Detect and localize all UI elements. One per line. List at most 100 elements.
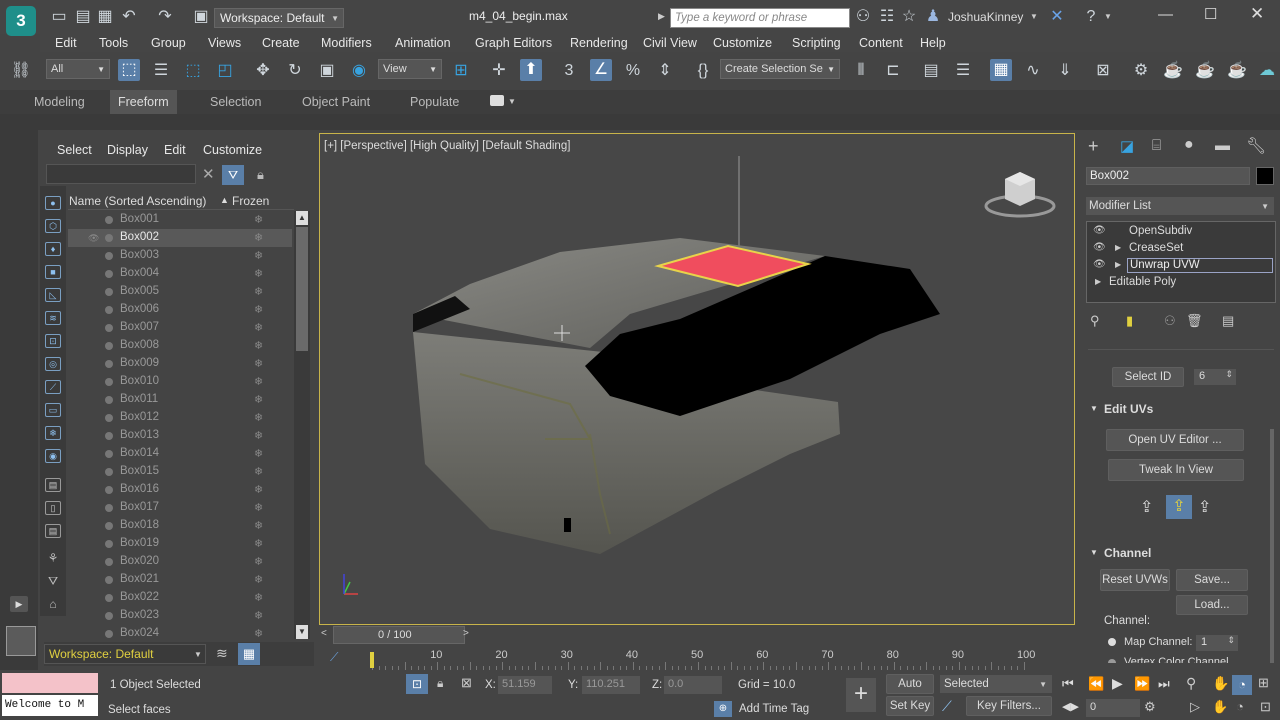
visibility-eye-icon[interactable] [88, 539, 98, 549]
y-coordinate-field[interactable]: 110.251 [582, 676, 640, 694]
channel-rollout-header[interactable]: ▼ Channel [1086, 545, 1258, 563]
explorer-row[interactable]: Box011 ❄ [68, 391, 292, 409]
selection-lock-icon[interactable]: 🔒︎ [437, 676, 443, 691]
frozen-snowflake-icon[interactable]: ❄ [254, 303, 263, 316]
key-mode-dropdown[interactable]: Selected ▼ [940, 675, 1052, 693]
eye-icon[interactable]: 👁︎ [1093, 259, 1106, 270]
frozen-snowflake-icon[interactable]: ❄ [254, 483, 263, 496]
menu-modifiers[interactable]: Modifiers [321, 36, 372, 50]
scroll-thumb[interactable] [296, 227, 308, 351]
scene-explorer-toggle-icon[interactable]: ▤ [920, 60, 942, 82]
visibility-eye-icon[interactable] [88, 503, 98, 513]
set-key-button[interactable]: Set Key [886, 696, 934, 716]
visibility-eye-icon[interactable] [88, 557, 98, 567]
expand-arrow-icon[interactable]: ▶ [1095, 277, 1101, 286]
explorer-row[interactable]: Box006 ❄ [68, 301, 292, 319]
display-tab-icon[interactable]: ▬ [1215, 137, 1230, 154]
render-iterative-icon[interactable]: ☕ [1226, 60, 1248, 82]
rendered-frame-window-icon[interactable]: ☕ [1162, 60, 1184, 82]
frozen-snowflake-icon[interactable]: ❄ [254, 609, 263, 622]
display-bones-icon[interactable]: ⟋ [45, 380, 61, 394]
frozen-snowflake-icon[interactable]: ❄ [254, 465, 263, 478]
isolate-selection-icon[interactable]: ⊡ [406, 674, 428, 694]
next-frame-icon[interactable]: ⏩ [1134, 676, 1150, 692]
user-chevron-icon[interactable]: ▼ [1030, 12, 1038, 21]
make-unique-icon[interactable]: ⚇ [1164, 313, 1176, 329]
lock-icon[interactable]: 🔒︎ [257, 167, 264, 183]
visibility-eye-icon[interactable] [88, 377, 98, 387]
workspace-dropdown[interactable]: Workspace: Default ▼ [214, 8, 344, 28]
current-frame-marker[interactable] [370, 652, 374, 668]
frozen-snowflake-icon[interactable]: ❄ [254, 357, 263, 370]
explorer-row[interactable]: Box003 ❄ [68, 247, 292, 265]
frozen-snowflake-icon[interactable]: ❄ [254, 321, 263, 334]
explorer-tab-edit[interactable]: Edit [164, 143, 186, 157]
expand-arrow-icon[interactable]: ▶ [1115, 243, 1121, 252]
track-bar[interactable]: 10 20 30 40 50 60 70 80 90 100 [370, 648, 1040, 670]
layer-explorer-icon[interactable]: ☰ [952, 60, 974, 82]
display-lights-icon[interactable]: ♦ [45, 242, 61, 256]
tweak-in-view-button[interactable]: Tweak In View [1108, 459, 1244, 481]
frozen-snowflake-icon[interactable]: ❄ [254, 375, 263, 388]
move-icon[interactable]: ✥ [252, 60, 274, 82]
render-setup-icon[interactable]: ⚙ [1130, 60, 1152, 82]
stack-item-editable-poly[interactable]: ▶ Editable Poly [1087, 275, 1275, 291]
menu-scripting[interactable]: Scripting [792, 36, 841, 50]
menu-group[interactable]: Group [151, 36, 186, 50]
mirror-icon[interactable]: ⫴ [850, 60, 872, 82]
expand-arrow-icon[interactable]: ▶ [1115, 260, 1121, 269]
render-cloud-icon[interactable]: ☁ [1256, 60, 1278, 82]
explorer-row[interactable]: Box019 ❄ [68, 535, 292, 553]
ribbon-options-icon[interactable] [490, 95, 504, 106]
render-production-icon[interactable]: ☕ [1194, 60, 1216, 82]
time-prev-icon[interactable]: < [321, 628, 327, 639]
frozen-snowflake-icon[interactable]: ❄ [254, 591, 263, 604]
x-coordinate-field[interactable]: 51.159 [498, 676, 552, 694]
display-geometry-icon[interactable]: ● [45, 196, 61, 210]
orbit-icon[interactable]: ◔ [1232, 675, 1252, 695]
frozen-snowflake-icon[interactable]: ❄ [254, 411, 263, 424]
stack-item-opensubdiv[interactable]: 👁︎ OpenSubdiv [1087, 224, 1275, 240]
visibility-eye-icon[interactable] [88, 323, 98, 333]
time-tag-icon[interactable]: ⊕ [714, 701, 732, 717]
auto-key-button[interactable]: Auto Key [886, 674, 934, 708]
minimize-icon[interactable]: — [1158, 6, 1173, 23]
peel-icon[interactable]: ⇪ [1140, 497, 1153, 517]
menu-customize[interactable]: Customize [713, 36, 772, 50]
remove-modifier-icon[interactable]: 🗑︎ [1186, 313, 1203, 329]
expand-arrow-icon[interactable]: ▶ [10, 596, 28, 612]
user-name[interactable]: JoshuaKinney [948, 10, 1023, 24]
key-filters-button[interactable]: Key Filters... [966, 696, 1052, 716]
visibility-eye-icon[interactable] [88, 611, 98, 621]
display-shapes-icon[interactable]: ⬡ [45, 219, 61, 233]
frozen-snowflake-icon[interactable]: ❄ [254, 627, 263, 640]
visibility-eye-icon[interactable] [88, 521, 98, 531]
search-input[interactable]: Type a keyword or phrase [670, 8, 850, 28]
frozen-snowflake-icon[interactable]: ❄ [254, 501, 263, 514]
select-by-name-icon[interactable]: ☰ [150, 60, 172, 82]
explorer-row[interactable]: Box001 ❄ [68, 211, 292, 229]
open-uv-editor-button[interactable]: Open UV Editor ... [1106, 429, 1244, 451]
explorer-row[interactable]: Box015 ❄ [68, 463, 292, 481]
maxscript-listener-pink[interactable] [2, 673, 98, 693]
user-icon[interactable]: ♟ [922, 6, 944, 28]
visibility-eye-icon[interactable] [88, 413, 98, 423]
viewport-layout-thumbnail[interactable] [6, 626, 36, 656]
motion-tab-icon[interactable]: ● [1184, 136, 1194, 154]
visibility-eye-icon[interactable] [88, 359, 98, 369]
vertex-color-channel-radio[interactable] [1108, 659, 1116, 663]
load-button[interactable]: Load... [1176, 595, 1248, 615]
explorer-row[interactable]: Box012 ❄ [68, 409, 292, 427]
frozen-snowflake-icon[interactable]: ❄ [254, 267, 263, 280]
create-tab-icon[interactable]: + [1088, 136, 1099, 157]
visibility-eye-icon[interactable] [88, 449, 98, 459]
frozen-snowflake-icon[interactable]: ❄ [254, 573, 263, 586]
explorer-search-input[interactable] [46, 164, 196, 184]
display-all-icon[interactable]: ▤ [45, 478, 61, 492]
default-tangents-icon[interactable]: ⟋ [942, 698, 952, 715]
zoom-icon[interactable]: ⚲ [1186, 675, 1196, 692]
visibility-eye-icon[interactable] [88, 593, 98, 603]
edit-uvs-rollout-header[interactable]: ▼ Edit UVs [1086, 401, 1258, 419]
current-frame-field[interactable]: 0 [1086, 699, 1140, 717]
play-icon[interactable]: ▶ [1112, 675, 1123, 692]
